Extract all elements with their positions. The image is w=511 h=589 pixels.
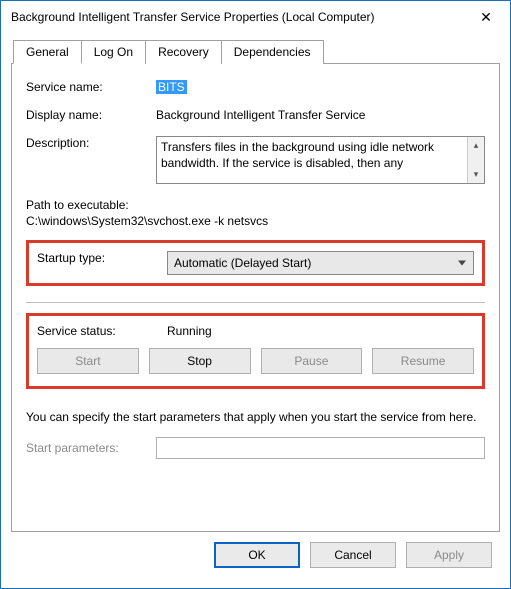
scroll-up-icon[interactable]: ▴: [468, 137, 484, 154]
label-path: Path to executable:: [26, 198, 485, 212]
dialog-buttons: OK Cancel Apply: [11, 532, 500, 578]
tab-dependencies[interactable]: Dependencies: [221, 40, 324, 64]
path-block: Path to executable: C:\windows\System32\…: [26, 198, 485, 228]
scroll-down-icon[interactable]: ▾: [468, 166, 484, 183]
titlebar: Background Intelligent Transfer Service …: [1, 1, 510, 33]
row-startup-type: Startup type:: [37, 251, 474, 275]
description-box: Transfers files in the background using …: [156, 136, 485, 184]
startup-type-select[interactable]: [167, 251, 474, 275]
resume-button[interactable]: Resume: [372, 348, 474, 374]
dialog-content: General Log On Recovery Dependencies Ser…: [1, 33, 510, 588]
tabstrip: General Log On Recovery Dependencies: [11, 39, 500, 64]
label-description: Description:: [26, 136, 156, 150]
description-scrollbar[interactable]: ▴ ▾: [467, 137, 484, 183]
startup-type-select-wrap: [167, 251, 474, 275]
start-parameters-input[interactable]: [156, 437, 485, 459]
pause-button[interactable]: Pause: [261, 348, 363, 374]
value-display-name: Background Intelligent Transfer Service: [156, 108, 485, 122]
tab-general[interactable]: General: [13, 40, 82, 64]
label-service-name: Service name:: [26, 80, 156, 94]
stop-button[interactable]: Stop: [149, 348, 251, 374]
row-start-parameters: Start parameters:: [26, 437, 485, 459]
tab-recovery[interactable]: Recovery: [145, 40, 222, 64]
label-startup-type: Startup type:: [37, 251, 167, 265]
separator: [26, 302, 485, 303]
value-service-name: BITS: [156, 80, 485, 94]
tab-logon[interactable]: Log On: [81, 40, 146, 64]
close-button[interactable]: ✕: [466, 3, 506, 31]
window-title: Background Intelligent Transfer Service …: [11, 10, 466, 24]
tab-panel-general: Service name: BITS Display name: Backgro…: [11, 64, 500, 532]
ok-button[interactable]: OK: [214, 542, 300, 568]
service-control-buttons: Start Stop Pause Resume: [37, 348, 474, 374]
description-text[interactable]: Transfers files in the background using …: [157, 137, 467, 183]
apply-button[interactable]: Apply: [406, 542, 492, 568]
value-service-status: Running: [167, 324, 474, 338]
highlight-service-status: Service status: Running Start Stop Pause…: [26, 313, 485, 389]
start-button[interactable]: Start: [37, 348, 139, 374]
value-path: C:\windows\System32\svchost.exe -k netsv…: [26, 214, 485, 228]
label-start-parameters: Start parameters:: [26, 441, 156, 455]
highlight-startup-type: Startup type:: [26, 240, 485, 286]
cancel-button[interactable]: Cancel: [310, 542, 396, 568]
row-service-status: Service status: Running: [37, 324, 474, 338]
service-name-text[interactable]: BITS: [156, 80, 187, 94]
label-display-name: Display name:: [26, 108, 156, 122]
row-service-name: Service name: BITS: [26, 80, 485, 94]
label-service-status: Service status:: [37, 324, 167, 338]
row-description: Description: Transfers files in the back…: [26, 136, 485, 184]
start-parameters-hint: You can specify the start parameters tha…: [26, 409, 485, 425]
close-icon: ✕: [480, 9, 492, 26]
row-display-name: Display name: Background Intelligent Tra…: [26, 108, 485, 122]
